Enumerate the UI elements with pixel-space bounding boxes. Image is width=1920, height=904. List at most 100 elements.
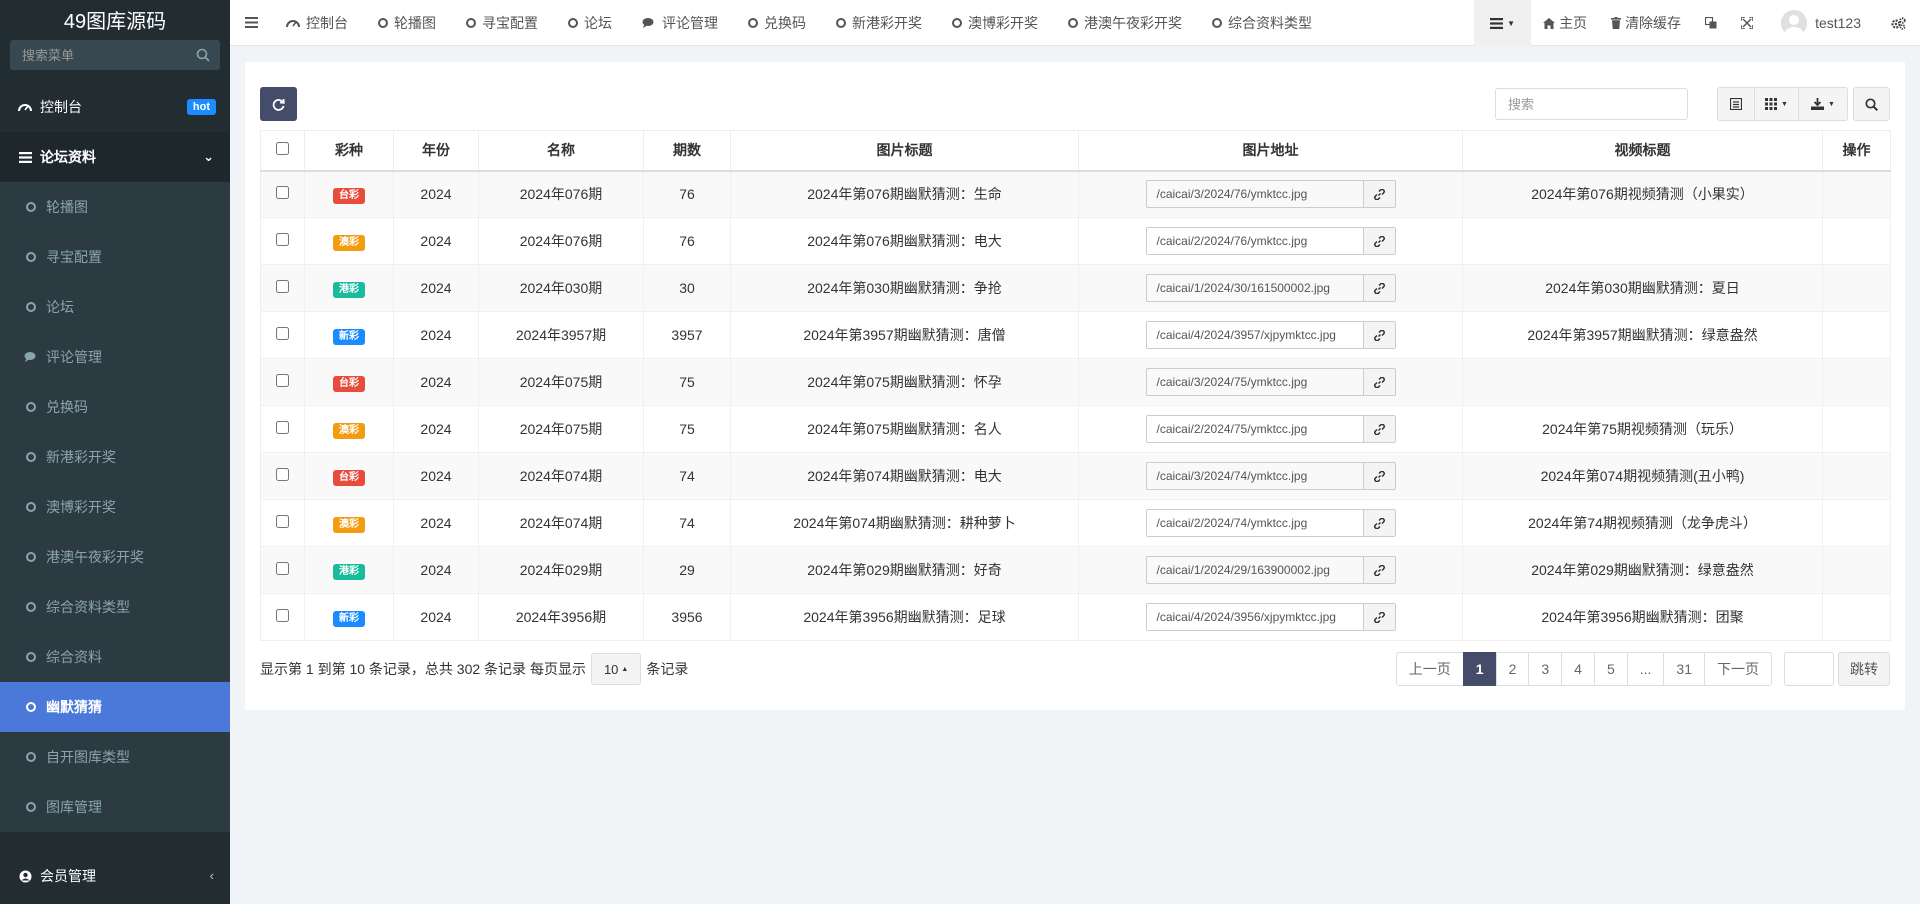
jump-page-input[interactable]: [1784, 652, 1834, 686]
page-size-dropdown[interactable]: 10 ▲: [590, 653, 642, 685]
tab-carousel[interactable]: 轮播图: [364, 0, 452, 46]
link-button[interactable]: [1363, 180, 1396, 209]
sidebar-item-redeem-code[interactable]: 兑换码: [0, 382, 230, 432]
page-button[interactable]: 1: [1462, 652, 1497, 686]
fullscreen-button[interactable]: [1729, 0, 1765, 46]
year-cell: 2024: [393, 593, 479, 641]
sidebar-item-comments[interactable]: 评论管理: [0, 332, 230, 382]
tab-forum[interactable]: 论坛: [554, 0, 628, 46]
sidebar-toggle[interactable]: [230, 0, 272, 46]
sidebar-item-midnight-lottery[interactable]: 港澳午夜彩开奖: [0, 532, 230, 582]
page-button[interactable]: 31: [1663, 652, 1705, 686]
sidebar-item-humor-guess[interactable]: 幽默猜猜: [0, 682, 230, 732]
image-url-field[interactable]: /caicai/2/2024/75/ymktcc.jpg: [1145, 415, 1364, 443]
settings-button[interactable]: [1877, 0, 1920, 46]
image-url-field[interactable]: /caicai/2/2024/74/ymktcc.jpg: [1145, 509, 1364, 537]
page-button[interactable]: 2: [1495, 652, 1530, 686]
link-button[interactable]: [1363, 603, 1396, 631]
search-icon: [1865, 97, 1878, 111]
select-all-checkbox[interactable]: [276, 142, 289, 156]
row-checkbox[interactable]: [276, 421, 289, 434]
table-row: 台彩 2024 2024年075期 75 2024年第075期幽默猜测：怀孕/caica…: [260, 358, 1891, 406]
columns-dropdown-button[interactable]: ▼: [1754, 87, 1799, 121]
search-icon[interactable]: [196, 48, 210, 62]
search-button[interactable]: [1853, 87, 1890, 121]
sidebar-item-treasure-config[interactable]: 寻宝配置: [0, 232, 230, 282]
sidebar-item-forum[interactable]: 论坛: [0, 282, 230, 332]
user-menu[interactable]: test123: [1765, 0, 1877, 46]
link-button[interactable]: [1363, 227, 1396, 255]
jump-button[interactable]: 跳转: [1838, 652, 1890, 686]
link-button[interactable]: [1363, 321, 1396, 349]
sidebar-item-dashboard[interactable]: 控制台 hot: [0, 82, 230, 132]
row-checkbox[interactable]: [276, 374, 289, 387]
link-button[interactable]: [1363, 462, 1396, 490]
image-url-field[interactable]: /caicai/3/2024/74/ymktcc.jpg: [1145, 462, 1364, 490]
circle-icon: [24, 700, 38, 714]
tab-dashboard[interactable]: 控制台: [272, 0, 364, 46]
translate-button[interactable]: [1693, 0, 1729, 46]
chevron-down-icon: ⌄: [203, 149, 214, 164]
link-button[interactable]: [1363, 509, 1396, 537]
prev-page-button[interactable]: 上一页: [1395, 652, 1464, 686]
sidebar-item-info[interactable]: 综合资料: [0, 632, 230, 682]
row-checkbox[interactable]: [276, 468, 289, 481]
next-page-button[interactable]: 下一页: [1704, 652, 1772, 686]
column-header[interactable]: 彩种: [304, 130, 394, 172]
sidebar-item-gallery-manage[interactable]: 图库管理: [0, 782, 230, 832]
sidebar-item-info-types[interactable]: 综合资料类型: [0, 582, 230, 632]
tab-macau-lottery[interactable]: 澳博彩开奖: [938, 0, 1054, 46]
page-button[interactable]: 5: [1593, 652, 1628, 686]
column-header[interactable]: 图片标题: [730, 130, 1079, 172]
row-checkbox[interactable]: [276, 280, 289, 293]
image-url-field[interactable]: /caicai/4/2024/3957/xjpymktcc.jpg: [1145, 321, 1364, 349]
row-select-cell: [260, 452, 305, 500]
image-url-field[interactable]: /caicai/3/2024/76/ymktcc.jpg: [1145, 180, 1364, 209]
link-button[interactable]: [1363, 274, 1396, 302]
name-cell: 2024年075期: [478, 358, 644, 406]
row-checkbox[interactable]: [276, 186, 289, 200]
home-link[interactable]: 主页: [1531, 0, 1599, 46]
link-button[interactable]: [1363, 415, 1396, 443]
export-dropdown-button[interactable]: ▼: [1798, 87, 1848, 121]
sidebar-group-forum-data[interactable]: 论坛资料 ⌄: [0, 132, 230, 182]
table-search-input[interactable]: [1495, 88, 1688, 120]
image-url-field[interactable]: /caicai/1/2024/30/161500002.jpg: [1145, 274, 1364, 302]
page-button[interactable]: 4: [1561, 652, 1595, 686]
sidebar-item-gallery-types[interactable]: 自开图库类型: [0, 732, 230, 782]
column-header[interactable]: 图片地址: [1078, 130, 1463, 172]
tab-midnight-lottery[interactable]: 港澳午夜彩开奖: [1054, 0, 1198, 46]
column-header[interactable]: 期数: [643, 130, 731, 172]
image-url-field[interactable]: /caicai/2/2024/76/ymktcc.jpg: [1145, 227, 1364, 255]
tab-comments[interactable]: 评论管理: [628, 0, 734, 46]
column-header[interactable]: 视频标题: [1462, 130, 1823, 172]
image-url-field[interactable]: /caicai/1/2024/29/163900002.jpg: [1145, 556, 1364, 584]
sidebar-item-carousel[interactable]: 轮播图: [0, 182, 230, 232]
row-checkbox[interactable]: [276, 515, 289, 528]
image-url-cell: /caicai/2/2024/75/ymktcc.jpg: [1078, 405, 1463, 453]
row-checkbox[interactable]: [276, 562, 289, 575]
tab-treasure-config[interactable]: 寻宝配置: [452, 0, 554, 46]
row-checkbox[interactable]: [276, 609, 289, 622]
sidebar-item-members[interactable]: 会员管理 ‹: [0, 848, 230, 904]
sidebar-item-label: 港澳午夜彩开奖: [46, 549, 144, 565]
tab-new-hk-lottery[interactable]: 新港彩开奖: [822, 0, 938, 46]
clear-cache-button[interactable]: 清除缓存: [1599, 0, 1693, 46]
row-checkbox[interactable]: [276, 233, 289, 246]
image-url-field[interactable]: /caicai/4/2024/3956/xjpymktcc.jpg: [1145, 603, 1364, 631]
row-checkbox[interactable]: [276, 327, 289, 340]
column-header[interactable]: 名称: [478, 130, 644, 172]
page-button[interactable]: 3: [1528, 652, 1563, 686]
toggle-view-button[interactable]: [1717, 87, 1755, 121]
tab-info-types[interactable]: 综合资料类型: [1198, 0, 1328, 46]
column-header[interactable]: 年份: [393, 130, 479, 172]
link-button[interactable]: [1363, 556, 1396, 584]
image-url-field[interactable]: /caicai/3/2024/75/ymktcc.jpg: [1145, 368, 1364, 396]
tab-list-dropdown[interactable]: ▼: [1474, 0, 1532, 46]
link-button[interactable]: [1363, 368, 1396, 396]
sidebar-item-new-hk-lottery[interactable]: 新港彩开奖: [0, 432, 230, 482]
tab-redeem-code[interactable]: 兑换码: [734, 0, 822, 46]
sidebar-search-input[interactable]: [10, 40, 220, 70]
sidebar-item-macau-lottery[interactable]: 澳博彩开奖: [0, 482, 230, 532]
refresh-button[interactable]: [260, 87, 297, 121]
